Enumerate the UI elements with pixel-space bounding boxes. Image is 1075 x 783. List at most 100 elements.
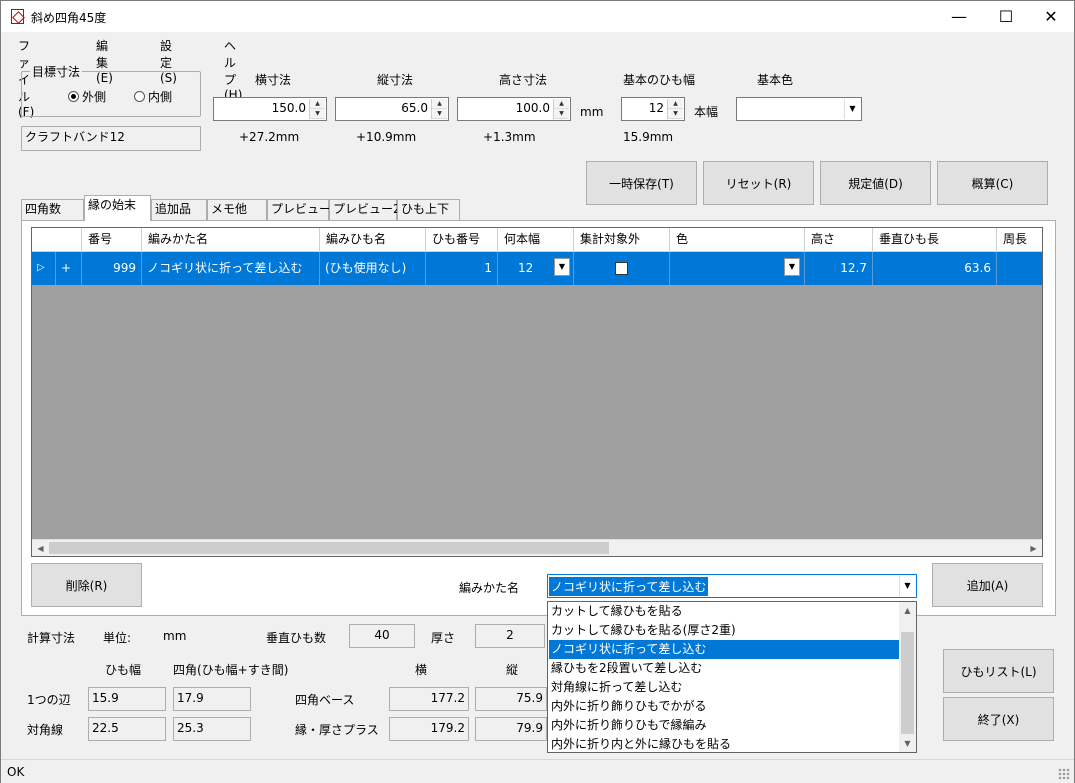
outer-radio[interactable]: 外側 <box>68 88 106 105</box>
height-label: 高さ寸法 <box>499 73 548 87</box>
diagonal-square-value: 25.3 <box>173 717 251 741</box>
grid-header-cell[interactable]: ひも番号 <box>426 228 498 252</box>
inner-label: 内側 <box>148 90 173 104</box>
resize-grip-icon[interactable] <box>1058 768 1070 780</box>
reset-button[interactable]: リセット(R) <box>703 161 814 205</box>
inner-radio[interactable]: 内側 <box>134 88 172 105</box>
cell-height[interactable]: 12.7 <box>805 252 873 285</box>
excluded-checkbox[interactable] <box>615 262 628 275</box>
add-button[interactable]: 追加(A) <box>932 563 1043 607</box>
spinner-arrows-icon[interactable]: ▲ ▼ <box>309 99 325 119</box>
dropdown-option[interactable]: カットして縁ひもを貼る <box>549 602 901 621</box>
cell-width-value: 12 <box>518 261 534 275</box>
col-horizontal: 横 <box>415 663 428 677</box>
cell-width[interactable]: 12 ▼ <box>498 252 574 285</box>
band-unit-label: 本幅 <box>694 105 719 119</box>
scroll-thumb[interactable] <box>49 542 609 554</box>
dropdown-scrollbar[interactable]: ▲ ▼ <box>899 602 916 752</box>
dropdown-option-selected[interactable]: ノコギリ状に折って差し込む <box>549 640 901 659</box>
tab-square-count[interactable]: 四角数 <box>21 199 84 220</box>
width-value: 150.0 <box>271 101 306 115</box>
tab-edge-finish[interactable]: 縁の始末 <box>84 195 151 221</box>
estimate-button[interactable]: 概算(C) <box>937 161 1048 205</box>
cell-band-name[interactable]: (ひも使用なし) <box>320 252 426 285</box>
target-name-field[interactable]: クラフトバンド12 <box>21 126 201 151</box>
grid-header: 番号 編みかた名 編みひも名 ひも番号 何本幅 集計対象外 色 高さ 垂直ひも長… <box>32 228 1042 252</box>
scroll-thumb[interactable] <box>901 632 914 734</box>
scroll-left-icon[interactable]: ◀ <box>32 540 49 556</box>
cell-band-no[interactable]: 1 <box>426 252 498 285</box>
spinner-arrows-icon[interactable]: ▲ ▼ <box>667 99 683 119</box>
defaults-button[interactable]: 規定値(D) <box>820 161 931 205</box>
band-width-label: 基本のひも幅 <box>623 73 696 87</box>
dropdown-option[interactable]: カットして縁ひもを貼る(厚さ2重) <box>549 621 901 640</box>
tab-band-updown[interactable]: ひも上下 <box>397 199 460 220</box>
grid-header-cell[interactable]: 編みかた名 <box>142 228 320 252</box>
chevron-down-icon[interactable]: ▼ <box>554 258 570 276</box>
temp-save-button[interactable]: 一時保存(T) <box>586 161 697 205</box>
minimize-button[interactable]: — <box>936 1 982 32</box>
grid-header-cell[interactable]: 番号 <box>82 228 142 252</box>
edge-grid[interactable]: 番号 編みかた名 編みひも名 ひも番号 何本幅 集計対象外 色 高さ 垂直ひも長… <box>31 227 1043 557</box>
tab-memo[interactable]: メモ他 <box>207 199 267 220</box>
scroll-down-icon[interactable]: ▼ <box>899 735 916 752</box>
maximize-button[interactable]: ☐ <box>983 1 1029 32</box>
grid-header-cell[interactable]: 何本幅 <box>498 228 574 252</box>
dropdown-option[interactable]: 内外に折り飾りひもでかがる <box>549 697 901 716</box>
base-l-value: 75.9 <box>475 687 547 711</box>
delete-button[interactable]: 削除(R) <box>31 563 142 607</box>
band-width-spinner[interactable]: 12 ▲ ▼ <box>621 97 685 121</box>
close-button[interactable]: ✕ <box>1028 1 1074 32</box>
main-window: 斜め四角45度 — ☐ ✕ ファイル(F) 編集(E) 設定(S) ヘルプ(H)… <box>0 0 1075 783</box>
cell-vertical-length[interactable]: 63.6 <box>873 252 997 285</box>
cell-color[interactable]: ▼ <box>670 252 805 285</box>
tab-preview[interactable]: プレビュー <box>267 199 331 220</box>
row-pointer-icon: ▷ <box>32 252 56 285</box>
length-value: 65.0 <box>401 101 428 115</box>
unit-label: mm <box>580 105 604 119</box>
dropdown-option[interactable]: 内外に折り飾りひもで縁編み <box>549 716 901 735</box>
grid-header-cell[interactable]: 色 <box>670 228 805 252</box>
diagonal-band-value: 22.5 <box>88 717 166 741</box>
grid-header-cell[interactable]: 編みひも名 <box>320 228 426 252</box>
tab-preview2[interactable]: プレビュー2 <box>329 199 401 220</box>
chevron-down-icon[interactable]: ▼ <box>844 99 860 119</box>
method-select[interactable]: ノコギリ状に折って差し込む ▼ <box>547 574 917 598</box>
base-color-select[interactable]: ▼ <box>736 97 862 121</box>
cell-perimeter[interactable] <box>997 252 1042 285</box>
row-plus[interactable]: + <box>56 252 82 285</box>
dropdown-option[interactable]: 対角線に折って差し込む <box>549 678 901 697</box>
menu-help[interactable]: ヘルプ(H) <box>224 37 242 102</box>
dropdown-option[interactable]: 内外に折り内と外に縁ひもを貼る <box>549 735 901 754</box>
width-spinner[interactable]: 150.0 ▲ ▼ <box>213 97 327 121</box>
side-square-value: 17.9 <box>173 687 251 711</box>
scroll-right-icon[interactable]: ▶ <box>1025 540 1042 556</box>
tab-additions[interactable]: 追加品 <box>151 199 207 220</box>
chevron-down-icon[interactable]: ▼ <box>899 576 915 596</box>
grid-header-cell[interactable]: 高さ <box>805 228 873 252</box>
table-row[interactable]: ▷ + 999 ノコギリ状に折って差し込む (ひも使用なし) 1 12 ▼ ▼ … <box>32 252 1042 285</box>
length-spinner[interactable]: 65.0 ▲ ▼ <box>335 97 449 121</box>
grid-header-cell[interactable]: 垂直ひも長 <box>873 228 997 252</box>
width-label: 横寸法 <box>255 73 292 87</box>
method-select-value: ノコギリ状に折って差し込む <box>549 577 709 596</box>
finish-button[interactable]: 終了(X) <box>943 697 1054 741</box>
method-dropdown-list[interactable]: カットして縁ひもを貼る カットして縁ひもを貼る(厚さ2重) ノコギリ状に折って差… <box>547 601 917 753</box>
cell-method[interactable]: ノコギリ状に折って差し込む <box>142 252 320 285</box>
scroll-up-icon[interactable]: ▲ <box>899 602 916 619</box>
cell-excluded[interactable] <box>574 252 670 285</box>
window-title: 斜め四角45度 <box>31 11 107 25</box>
grid-header-cell[interactable]: 周長 <box>997 228 1042 252</box>
cell-number[interactable]: 999 <box>82 252 142 285</box>
spinner-arrows-icon[interactable]: ▲ ▼ <box>431 99 447 119</box>
chevron-down-icon[interactable]: ▼ <box>784 258 800 276</box>
horizontal-scrollbar[interactable]: ◀ ▶ <box>32 539 1042 556</box>
radio-checked-icon <box>68 91 79 102</box>
dropdown-option[interactable]: 縁ひもを2段置いて差し込む <box>549 659 901 678</box>
spinner-arrows-icon[interactable]: ▲ ▼ <box>553 99 569 119</box>
height-spinner[interactable]: 100.0 ▲ ▼ <box>457 97 571 121</box>
col-band-width: ひも幅 <box>105 663 142 677</box>
col-square: 四角(ひも幅+すき間) <box>173 663 289 677</box>
band-list-button[interactable]: ひもリスト(L) <box>943 649 1054 693</box>
grid-header-cell[interactable]: 集計対象外 <box>574 228 670 252</box>
